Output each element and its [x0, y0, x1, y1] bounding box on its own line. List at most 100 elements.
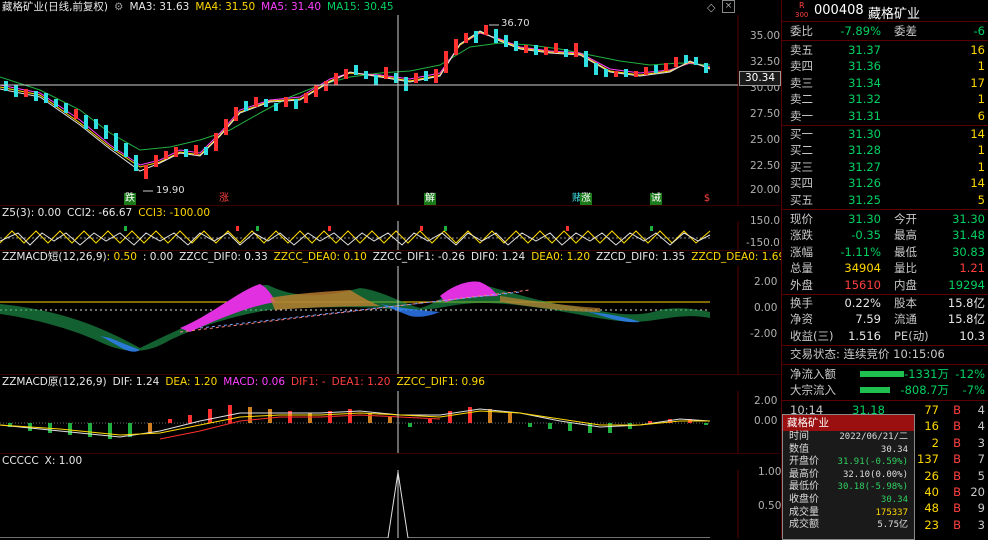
- diamond-icon[interactable]: ◇: [707, 1, 715, 14]
- ccccc-chart[interactable]: [0, 470, 780, 538]
- tooltip-key: 数值: [789, 443, 809, 455]
- candlestick-chart[interactable]: [0, 15, 780, 205]
- trade-status-text: 交易状态: 连续竞价 10:15:06: [790, 347, 945, 361]
- ask-price: 31.32: [848, 92, 881, 107]
- bid-price: 31.26: [848, 176, 881, 191]
- ccccc-tick: 1.00: [758, 466, 782, 478]
- flow-label: 大宗流入: [790, 383, 836, 398]
- macd-orig-title: ZZMACD原(12,26,9): [2, 376, 107, 388]
- ask-price: 31.36: [848, 59, 881, 74]
- tick-volume: 48: [924, 501, 939, 516]
- tooltip-row: 成交量 175337: [783, 507, 914, 520]
- macd-dea: DEA: 1.20: [165, 376, 218, 388]
- stat-label: 总量: [790, 261, 813, 276]
- ask-row[interactable]: 卖二 31.32 1: [782, 91, 988, 107]
- tooltip-value: 175337: [875, 507, 908, 518]
- ask-price: 31.34: [848, 75, 881, 90]
- data-tooltip: 藏格矿业 时间 2022/06/21/二 数值 30.34 开盘价 31.91(-0.…: [782, 414, 915, 540]
- macd-short-b: : 0.00: [142, 251, 174, 263]
- stat-row: 外盘 15610 内盘 19294: [782, 277, 988, 293]
- tooltip-row: 开盘价 31.91(-0.59%): [783, 456, 914, 469]
- stat-value: 10.3: [959, 328, 985, 343]
- bid-row[interactable]: 买三 31.27 1: [782, 159, 988, 175]
- ask-row[interactable]: 卖一 31.31 6: [782, 108, 988, 124]
- wb-value: -7.89%: [840, 24, 881, 38]
- wc-value: -6: [973, 24, 985, 38]
- tick-direction: B: [953, 517, 961, 532]
- wb-label: 委比: [790, 24, 813, 38]
- bid-label: 买五: [790, 192, 813, 207]
- trade-status: 交易状态: 连续竞价 10:15:06: [782, 346, 988, 362]
- zzcc-dif1: ZZCC_DIF1: -0.26: [372, 251, 466, 263]
- stat-row: 净资 7.59 流通 15.8亿: [782, 311, 988, 327]
- tooltip-key: 成交量: [789, 506, 819, 518]
- tooltip-key: 时间: [789, 431, 809, 442]
- tooltip-key: 最低价: [789, 481, 819, 493]
- z5-tick: -150.0: [746, 237, 780, 249]
- macd-dea1: DEA1: 1.20: [331, 376, 391, 388]
- macd-orig-header: ZZMACD原(12,26,9) DIF: 1.24 DEA: 1.20 MACD: …: [2, 375, 491, 390]
- ccccc-x: X: 1.00: [44, 455, 83, 467]
- settings-icon[interactable]: ⚙: [114, 1, 123, 13]
- stat-label: 最高: [894, 228, 917, 243]
- tooltip-row: 收盘价 30.34: [783, 494, 914, 507]
- stat-value: 1.516: [848, 328, 881, 343]
- stat-row: 换手 0.22% 股本 15.8亿: [782, 295, 988, 311]
- signal-marker: 涨: [219, 193, 229, 204]
- stat-label: 外盘: [790, 277, 813, 292]
- ask-row[interactable]: 卖三 31.34 17: [782, 75, 988, 91]
- stat-label: 股本: [894, 296, 917, 310]
- ccccc-title: CCCCC: [2, 455, 39, 467]
- ask-row[interactable]: 卖五 31.37 16: [782, 42, 988, 58]
- main-chart-header: 藏格矿业(日线,前复权) ⚙ MA3: 31.63 MA4: 31.50 MA5: 31…: [2, 0, 400, 15]
- tick-count: 20: [970, 485, 985, 499]
- flow-row: 大宗流入 -808.7万 -7%: [782, 382, 988, 398]
- bid-row[interactable]: 买一 31.30 14: [782, 126, 988, 142]
- macd-short-chart[interactable]: [0, 266, 780, 374]
- dif0: DIF0: 1.24: [471, 251, 526, 263]
- stock-name: 藏格矿业: [868, 7, 921, 22]
- macd-dif1: DIF1: -: [291, 376, 326, 388]
- tick-direction: B: [953, 485, 961, 499]
- stat-value: 19294: [948, 277, 985, 292]
- stat-label: PE(动): [894, 328, 929, 343]
- bid-row[interactable]: 买五 31.25 5: [782, 192, 988, 208]
- close-panel-icon[interactable]: ×: [722, 0, 735, 13]
- stat-value: 31.30: [848, 212, 881, 226]
- z5-value: : 0.00: [30, 207, 62, 219]
- zzcd-dif0: ZZCD_DIF0: 1.35: [596, 251, 686, 263]
- bid-label: 买一: [790, 127, 813, 141]
- flow-bar: [860, 387, 890, 394]
- stat-value: -1.11%: [840, 244, 881, 259]
- stat-label: 现价: [790, 212, 813, 226]
- tick-count: 5: [977, 468, 985, 483]
- stat-label: 换手: [790, 296, 813, 310]
- tooltip-value: 32.10(0.00%): [842, 469, 908, 480]
- z5-indicator-chart[interactable]: [0, 221, 780, 251]
- stat-row: 现价 31.30 今开 31.30: [782, 211, 988, 227]
- crosshair-price-label: 30.34: [739, 71, 781, 86]
- main-chart-title: 藏格矿业(日线,前复权): [2, 1, 109, 13]
- macd-short-header: ZZMACD短(12,26,9): 0.50: 0.00 ZZCC_DIF0: 0…: [2, 250, 791, 265]
- ask-volume: 6: [977, 108, 985, 123]
- flow-bar: [860, 371, 904, 377]
- ask-label: 卖三: [790, 75, 813, 90]
- dea0: DEA0: 1.20: [531, 251, 591, 263]
- bid-volume: 14: [970, 127, 985, 141]
- tick-volume: 2: [931, 435, 939, 450]
- stat-label: 流通: [894, 312, 917, 327]
- stat-value: 15.8亿: [947, 296, 985, 310]
- macd-orig-chart[interactable]: [0, 391, 780, 453]
- tick-volume: 23: [924, 517, 939, 532]
- cci2-label: CCI2: -66.67: [67, 207, 133, 219]
- ask-row[interactable]: 卖四 31.36 1: [782, 58, 988, 74]
- bid-row[interactable]: 买二 31.28 1: [782, 142, 988, 158]
- chart-area[interactable]: 藏格矿业(日线,前复权) ⚙ MA3: 31.63 MA4: 31.50 MA5: 31…: [0, 0, 785, 538]
- board-badge: 300: [795, 11, 809, 19]
- tick-direction: B: [953, 419, 961, 434]
- signal-marker: 跌: [124, 193, 136, 205]
- tooltip-row: 最高价 32.10(0.00%): [783, 469, 914, 482]
- bid-row[interactable]: 买四 31.26 14: [782, 175, 988, 191]
- tick-direction: B: [953, 468, 961, 483]
- ask-label: 卖四: [790, 59, 813, 74]
